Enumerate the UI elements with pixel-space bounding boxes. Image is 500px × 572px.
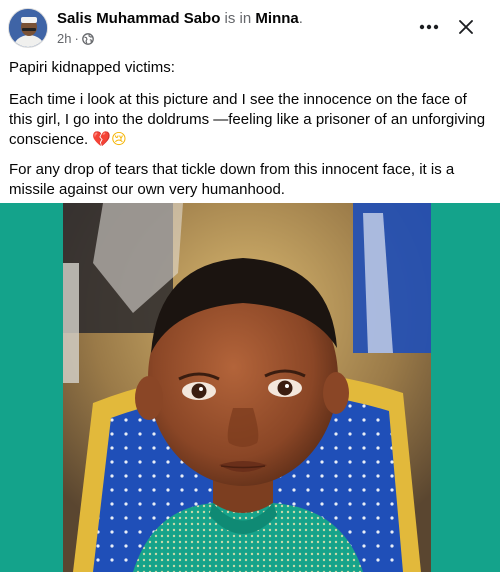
meta-separator: ·: [74, 31, 79, 46]
more-horizontal-icon: [419, 24, 439, 30]
more-options-button[interactable]: [412, 11, 446, 43]
author-line: Salis Muhammad Sabo is in Minna.: [57, 9, 303, 28]
author-name-link[interactable]: Salis Muhammad Sabo: [57, 10, 220, 27]
post-header: Salis Muhammad Sabo is in Minna. 2h ·: [0, 0, 500, 56]
avatar-portrait-icon: [9, 9, 47, 47]
close-icon: [459, 20, 473, 34]
post-meta: 2h ·: [57, 31, 94, 47]
facebook-post: Salis Muhammad Sabo is in Minna. 2h · Pa…: [0, 0, 500, 572]
post-text: Papiri kidnapped victims: Each time i lo…: [9, 58, 491, 210]
post-paragraph-3: For any drop of tears that tickle down f…: [9, 161, 455, 198]
crying-face-emoji: 😢: [111, 131, 127, 148]
broken-heart-emoji: 💔: [92, 131, 112, 148]
post-paragraph-2: Each time i look at this picture and I s…: [9, 90, 491, 150]
post-photo-container: [0, 203, 500, 572]
post-paragraph-1: Papiri kidnapped victims:: [9, 59, 175, 76]
post-paragraph-2-text: Each time i look at this picture and I s…: [9, 91, 486, 148]
location-link[interactable]: Minna: [255, 10, 298, 27]
author-avatar[interactable]: [8, 8, 48, 48]
globe-icon[interactable]: [81, 33, 94, 45]
is-in-text: is in: [224, 10, 252, 27]
post-time-link[interactable]: 2h: [57, 31, 71, 47]
post-photo[interactable]: [63, 203, 431, 572]
girl-portrait-image: [63, 203, 431, 572]
close-button[interactable]: [450, 11, 482, 43]
period-text: .: [298, 10, 303, 27]
